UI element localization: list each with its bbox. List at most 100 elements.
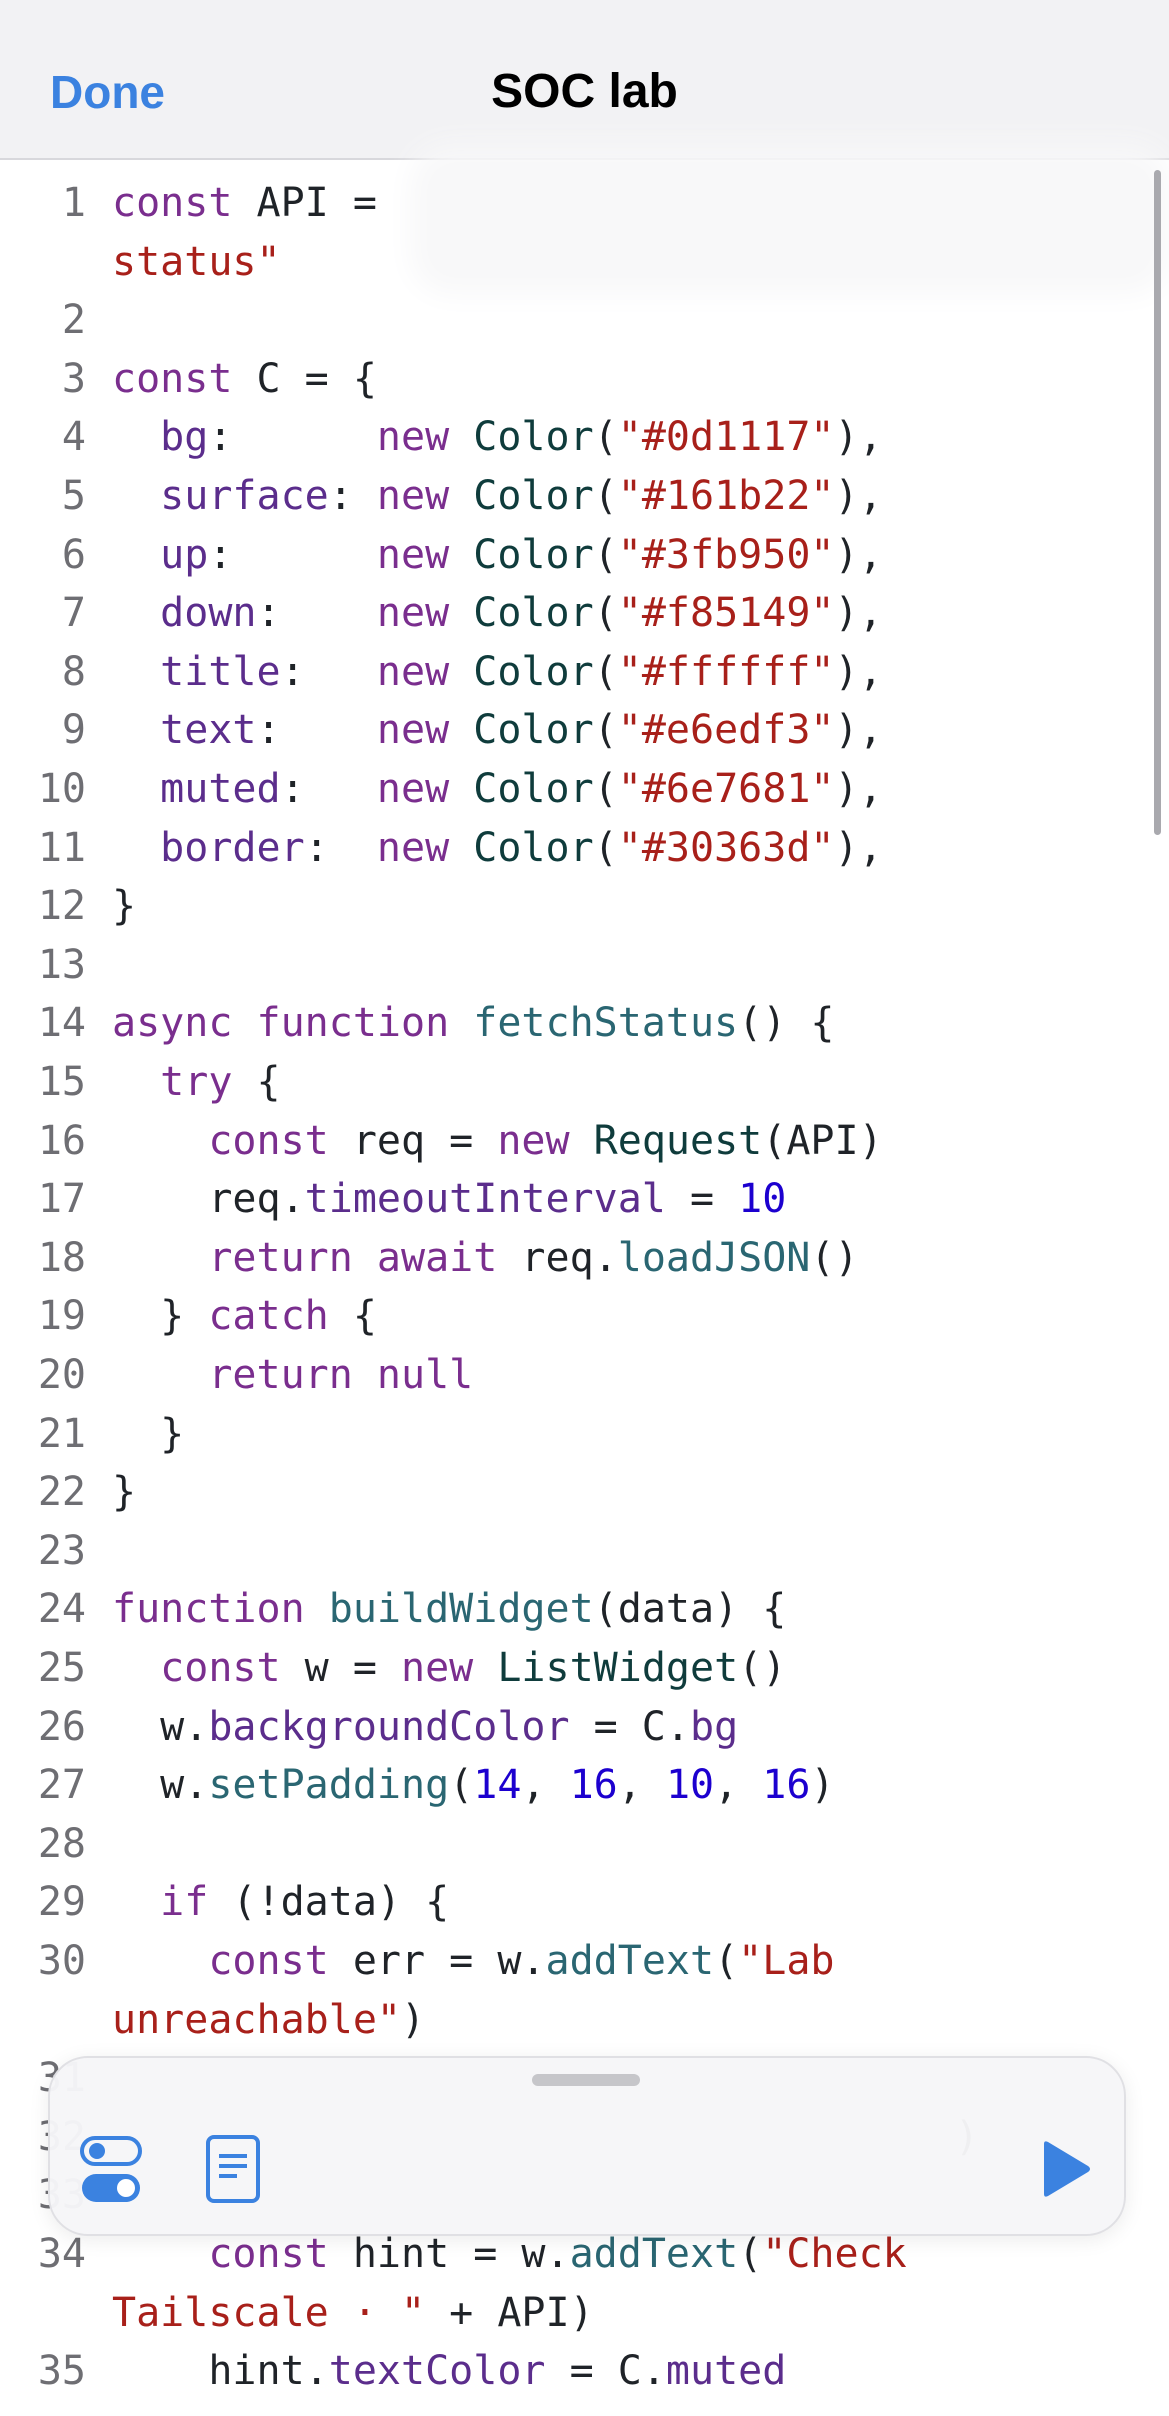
code-line[interactable]: 20 return null	[0, 1346, 1169, 1404]
code-token: async function	[112, 1000, 474, 1047]
code-text: } catch {	[112, 1287, 377, 1345]
code-token: :	[280, 648, 377, 695]
code-token: (	[593, 648, 618, 695]
code-line[interactable]: 22}	[0, 1463, 1169, 1521]
code-token: 10	[665, 1762, 715, 1809]
code-token: "Lab	[738, 1938, 835, 1984]
code-line[interactable]: 10 muted: new Color("#6e7681"),	[0, 760, 1169, 818]
code-token: = C.	[545, 2348, 666, 2395]
code-line[interactable]: 15 try {	[0, 1053, 1169, 1111]
line-number: 28	[37, 1820, 86, 1867]
code-line[interactable]: 17 req.timeoutInterval = 10	[0, 1170, 1169, 1228]
code-token: :	[256, 590, 377, 637]
code-line[interactable]: 29 if (!data) {	[0, 1873, 1169, 1931]
code-line[interactable]: 35 hint.textColor = C.muted	[0, 2342, 1169, 2400]
line-number: 3	[61, 355, 86, 402]
code-token: "#f85149"	[617, 590, 835, 637]
code-token: ),	[834, 766, 883, 812]
code-token: new	[376, 473, 474, 519]
document-icon[interactable]	[205, 2134, 263, 2211]
code-token: }	[112, 883, 137, 930]
code-token: new	[376, 531, 474, 578]
drag-handle[interactable]	[532, 2074, 640, 2086]
play-icon[interactable]	[1040, 2140, 1092, 2203]
line-number: 17	[37, 1176, 86, 1223]
code-token: Tailscale · "	[112, 2289, 426, 2336]
line-number: 11	[37, 824, 86, 871]
code-line[interactable]: 9 text: new Color("#e6edf3"),	[0, 701, 1169, 759]
line-number: 6	[61, 531, 86, 578]
code-line[interactable]: 6 up: new Color("#3fb950"),	[0, 526, 1169, 584]
code-line[interactable]: 5 surface: new Color("#161b22"),	[0, 467, 1169, 525]
code-token: w.	[112, 1703, 209, 1750]
code-line[interactable]: 25 const w = new ListWidget()	[0, 1639, 1169, 1697]
code-line[interactable]: 2	[0, 291, 1169, 349]
code-token: (	[593, 590, 618, 637]
code-line[interactable]: 24 function buildWidget(data) {	[0, 1580, 1169, 1638]
code-line[interactable]: 12}	[0, 877, 1169, 935]
code-token: (	[593, 824, 618, 871]
code-token: Color	[473, 414, 594, 461]
code-token: ,	[617, 1762, 666, 1809]
toggle-switches-icon[interactable]	[80, 2134, 144, 2211]
code-token: Color	[473, 473, 594, 519]
code-token: (	[593, 707, 618, 754]
code-token: err = w.	[352, 1938, 546, 1984]
code-line[interactable]: 28	[0, 1815, 1169, 1873]
code-line[interactable]: Tailscale · " + API)	[0, 2284, 1169, 2342]
line-number: 24	[37, 1586, 86, 1633]
code-token: const	[112, 180, 257, 226]
code-text: async function fetchStatus() {	[112, 994, 834, 1052]
code-token: status"	[112, 238, 281, 285]
code-token: Color	[473, 590, 594, 637]
code-text: return null	[112, 1346, 473, 1404]
code-token: hint = w.	[352, 2231, 570, 2277]
code-text: unreachable")	[112, 1991, 425, 2049]
code-token: :	[208, 414, 377, 461]
code-line[interactable]: 21 }	[0, 1405, 1169, 1463]
code-line[interactable]: 23	[0, 1522, 1169, 1580]
code-token: (API)	[762, 1117, 883, 1164]
code-token: return null	[208, 1352, 474, 1398]
code-text: surface: new Color("#161b22"),	[112, 467, 883, 525]
code-token: catch	[208, 1293, 353, 1340]
code-token: ()	[738, 1645, 787, 1691]
code-token: ),	[834, 707, 883, 754]
code-line[interactable]: 14 async function fetchStatus() {	[0, 994, 1169, 1052]
code-token: "#3fb950"	[617, 531, 835, 578]
scrollbar[interactable]	[1154, 170, 1161, 835]
code-line[interactable]: 26 w.backgroundColor = C.bg	[0, 1698, 1169, 1756]
line-number: 9	[61, 707, 86, 754]
code-line[interactable]: 18 return await req.loadJSON()	[0, 1229, 1169, 1287]
code-token: :	[208, 531, 377, 578]
code-line[interactable]: 7 down: new Color("#f85149"),	[0, 584, 1169, 642]
code-token: backgroundColor	[208, 1703, 570, 1750]
code-text: const w = new ListWidget()	[112, 1639, 786, 1697]
code-token: ListWidget	[497, 1645, 739, 1691]
code-text: }	[112, 877, 136, 935]
code-token: "#0d1117"	[617, 414, 835, 461]
code-text: req.timeoutInterval = 10	[112, 1170, 786, 1228]
code-line[interactable]: 27 w.setPadding(14, 16, 10, 16)	[0, 1756, 1169, 1814]
code-line[interactable]: 16 const req = new Request(API)	[0, 1112, 1169, 1170]
code-text: }	[112, 1463, 136, 1521]
code-line[interactable]: 19 } catch {	[0, 1287, 1169, 1345]
code-token: req.	[521, 1234, 618, 1281]
code-token: "#30363d"	[617, 824, 835, 871]
code-token: (	[449, 1762, 474, 1809]
code-line[interactable]: 11 border: new Color("#30363d"),	[0, 819, 1169, 877]
code-line[interactable]: 13	[0, 936, 1169, 994]
code-token: (	[714, 1938, 739, 1984]
code-line[interactable]: 4 bg: new Color("#0d1117"),	[0, 408, 1169, 466]
code-line[interactable]: 8 title: new Color("#ffffff"),	[0, 643, 1169, 701]
code-line[interactable]: 3 const C = {	[0, 350, 1169, 408]
code-line[interactable]: 30 const err = w.addText("Lab	[0, 1932, 1169, 1990]
code-token: ),	[834, 473, 883, 519]
code-line[interactable]: unreachable")	[0, 1991, 1169, 2049]
code-token: (!data) {	[232, 1879, 450, 1926]
